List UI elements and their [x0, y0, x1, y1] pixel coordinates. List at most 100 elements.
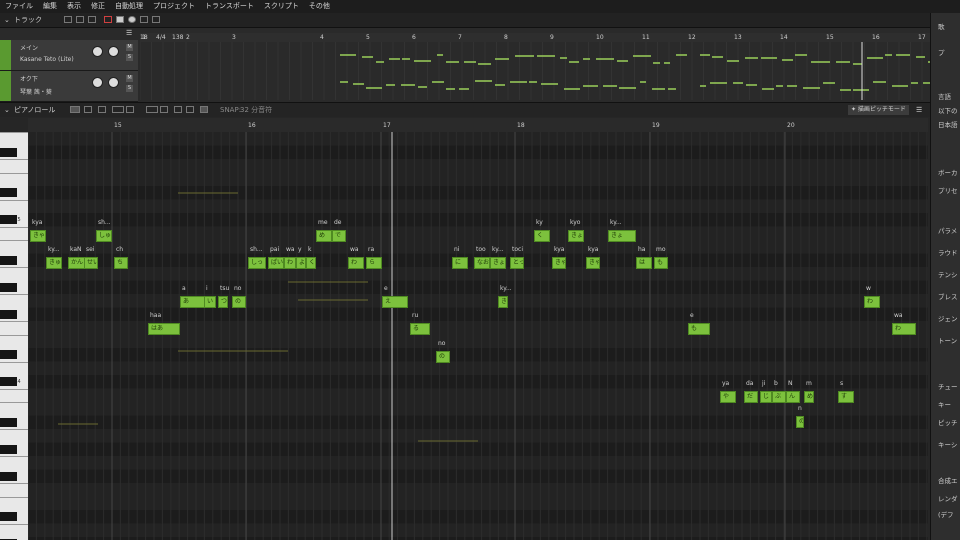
black-key[interactable] — [0, 417, 17, 427]
pitch-curve-icon[interactable] — [160, 106, 168, 113]
scale-icon[interactable] — [174, 106, 182, 113]
note-block[interactable]: ぱい — [268, 257, 284, 269]
note-block[interactable]: だ — [744, 391, 758, 403]
stop-button[interactable] — [116, 16, 124, 23]
note-block[interactable]: の — [232, 296, 246, 308]
note-block[interactable]: め — [316, 230, 332, 242]
pitch-line-icon[interactable] — [146, 106, 158, 113]
pause-button[interactable] — [104, 16, 112, 23]
track-row-main[interactable]: メイン Kasane Teto (Lite) M S — [0, 40, 138, 71]
note-block[interactable]: わ — [284, 257, 296, 269]
black-key[interactable] — [0, 282, 17, 292]
solo-button[interactable]: S — [126, 85, 133, 92]
pitch-mode-button[interactable]: ✦ 描画ピッチモード — [848, 105, 909, 115]
keyboard-icon[interactable] — [200, 106, 208, 113]
note-block[interactable]: ら — [366, 257, 382, 269]
grid-icon[interactable] — [186, 106, 194, 113]
snap-value[interactable]: 32 分音符 — [240, 103, 272, 117]
note-block[interactable]: せい — [84, 257, 98, 269]
trash-icon[interactable] — [88, 16, 96, 23]
menu-item[interactable]: ファイル — [0, 0, 38, 13]
note-block[interactable]: きょ — [608, 230, 636, 242]
note-block[interactable]: で — [332, 230, 346, 242]
black-key[interactable] — [0, 255, 17, 265]
note-block[interactable]: も — [654, 257, 668, 269]
note-block[interactable]: きょ — [490, 257, 506, 269]
note-block[interactable]: は — [636, 257, 652, 269]
note-block[interactable]: きゃ — [552, 257, 566, 269]
menu-item[interactable]: プロジェクト — [148, 0, 200, 13]
note-block[interactable]: く — [306, 257, 316, 269]
black-key[interactable] — [0, 377, 17, 386]
black-key[interactable] — [0, 512, 17, 521]
link-tool-icon[interactable] — [98, 106, 106, 113]
note-block[interactable]: わ — [864, 296, 880, 308]
collapse-chevron-icon[interactable]: ⌄ — [4, 13, 10, 27]
volume-knob[interactable] — [92, 77, 103, 88]
note-block[interactable]: あ — [180, 296, 206, 308]
note-block[interactable]: の — [796, 416, 804, 428]
note-block[interactable]: も — [688, 323, 710, 335]
note-block[interactable]: じ — [760, 391, 772, 403]
note-block[interactable]: はあ — [148, 323, 180, 335]
menu-item[interactable]: その他 — [304, 0, 335, 13]
track-voice[interactable]: 琴葉 茜・葵 — [20, 87, 52, 96]
solo-button[interactable]: S — [126, 54, 133, 61]
note-block[interactable]: く — [534, 230, 550, 242]
note-block[interactable]: なお — [474, 257, 490, 269]
track-name[interactable]: オク下 — [20, 74, 38, 83]
note-block[interactable]: や — [720, 391, 736, 403]
note-block[interactable]: ぶ — [772, 391, 786, 403]
record-button[interactable] — [128, 16, 136, 23]
note-block[interactable]: よ — [296, 257, 306, 269]
menu-item[interactable]: トランスポート — [200, 0, 259, 13]
menu-item[interactable]: 編集 — [38, 0, 62, 13]
note-block[interactable]: い — [204, 296, 216, 308]
curve-tool-icon[interactable] — [112, 106, 124, 113]
menu-item[interactable]: 表示 — [62, 0, 86, 13]
note-block[interactable]: きゅ — [46, 257, 62, 269]
note-block[interactable]: め — [804, 391, 814, 403]
pan-knob[interactable] — [108, 46, 119, 57]
clip-button[interactable] — [76, 16, 84, 23]
note-block[interactable]: え — [382, 296, 408, 308]
note-block[interactable]: の — [436, 351, 450, 363]
track-voice[interactable]: Kasane Teto (Lite) — [20, 56, 74, 63]
collapse-chevron-icon[interactable]: ⌄ — [4, 103, 10, 117]
black-key[interactable] — [0, 471, 17, 481]
pencil-tool-icon[interactable] — [84, 106, 92, 113]
note-block[interactable]: わ — [892, 323, 916, 335]
select-tool-icon[interactable] — [70, 106, 80, 113]
black-key[interactable] — [0, 309, 17, 319]
track-row-sub[interactable]: オク下 琴葉 茜・葵 M S — [0, 71, 138, 102]
mute-button[interactable]: M — [126, 44, 133, 51]
track-timeline-ruler[interactable]: 1 4/4 138 2 3 4 5 6 7 8 9 10 11 12 13 14 15 16 17 18 — [140, 33, 930, 42]
piano-roll-grid[interactable]: kya きゃ ky... きゅ kaN かん sei せい sh... しゅ ch ち haa はあ a あ i… — [28, 132, 928, 540]
pan-knob[interactable] — [108, 77, 119, 88]
menu-hamburger-icon[interactable]: ☰ — [916, 103, 922, 117]
note-block[interactable]: ち — [114, 257, 128, 269]
volume-knob[interactable] — [92, 46, 103, 57]
black-key[interactable] — [0, 215, 17, 224]
black-key[interactable] — [0, 147, 17, 157]
mute-button[interactable]: M — [126, 75, 133, 82]
menu-item[interactable]: 修正 — [86, 0, 110, 13]
piano-roll-ruler[interactable]: 15 16 17 18 19 20 — [28, 118, 928, 132]
black-key[interactable] — [0, 350, 17, 359]
note-block[interactable]: きゃ — [586, 257, 600, 269]
note-block[interactable]: しゅ — [96, 230, 112, 242]
note-block[interactable]: きょ — [568, 230, 584, 242]
loop-button[interactable] — [64, 16, 72, 23]
note-block[interactable]: る — [410, 323, 430, 335]
note-block[interactable]: わ — [348, 257, 364, 269]
piano-keyboard[interactable]: C5 C4 — [0, 132, 28, 540]
menu-item[interactable]: 自動処理 — [110, 0, 148, 13]
note-block[interactable]: に — [452, 257, 468, 269]
track-name[interactable]: メイン — [20, 43, 38, 52]
note-block[interactable]: きょ — [498, 296, 508, 308]
black-key[interactable] — [0, 444, 17, 454]
note-block[interactable]: す — [838, 391, 854, 403]
note-block[interactable]: しっ — [248, 257, 266, 269]
note-block[interactable]: つ — [218, 296, 228, 308]
vibrato-tool-icon[interactable] — [126, 106, 134, 113]
